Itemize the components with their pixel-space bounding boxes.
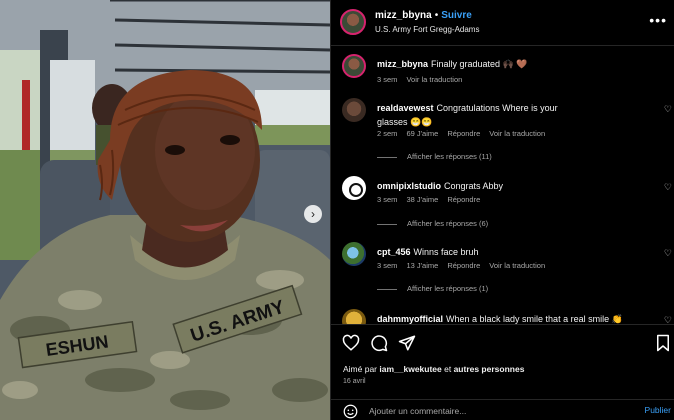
translate-link[interactable]: Voir la traduction [406, 75, 462, 84]
comment-text: Congrats Abby [444, 181, 504, 191]
author-avatar[interactable] [342, 54, 366, 78]
bookmark-icon[interactable] [654, 334, 672, 352]
comment-likes[interactable]: 38 J'aime [406, 195, 438, 204]
liked-by-suffix: et [441, 364, 454, 374]
view-replies-button[interactable]: Afficher les réponses (11) [377, 152, 492, 161]
comment-like-icon[interactable]: ♡ [664, 182, 672, 193]
chevron-right-icon[interactable]: › [304, 205, 322, 223]
post-header: mizz_bbyna • Suivre U.S. Army Fort Gregg-A… [331, 0, 674, 46]
comment-username[interactable]: dahmmyofficial [377, 314, 443, 324]
more-icon[interactable]: ••• [649, 12, 667, 28]
follow-button[interactable]: Suivre [441, 10, 472, 21]
heart-icon[interactable] [342, 334, 360, 352]
share-icon[interactable] [398, 334, 416, 352]
post-location[interactable]: U.S. Army Fort Gregg-Adams [375, 25, 479, 34]
comment-input[interactable] [369, 404, 609, 418]
translate-link[interactable]: Voir la traduction [489, 129, 545, 138]
author-username[interactable]: mizz_bbyna [375, 10, 432, 21]
comment-like-icon[interactable]: ♡ [664, 315, 672, 324]
comment-time: 3 sem [377, 195, 398, 204]
comment-username[interactable]: realdavewest [377, 103, 434, 113]
liked-by: Aimé par iam__kwekutee et autres personn… [343, 364, 524, 374]
commenter-avatar[interactable] [342, 98, 366, 122]
comment-likes[interactable]: 13 J'aime [406, 261, 438, 270]
post-date[interactable]: 16 avril [343, 378, 366, 385]
comment-time: 3 sem [377, 261, 398, 270]
caption-username[interactable]: mizz_bbyna [377, 59, 428, 69]
separator-dot: • [434, 10, 439, 21]
comment-text: Winns face bruh [413, 247, 479, 257]
liked-by-others[interactable]: autres personnes [454, 364, 525, 374]
author-avatar[interactable] [340, 9, 366, 35]
commenter-avatar[interactable] [342, 176, 366, 200]
comment-text: When a black lady smile that a real smil… [446, 314, 623, 324]
liked-by-prefix: Aimé par [343, 364, 380, 374]
caption-time: 3 sem [377, 75, 398, 84]
caption-text: Finally graduated 🙌🏿 🤎 [431, 59, 528, 69]
comment-time: 2 sem [377, 129, 398, 138]
comment-username[interactable]: cpt_456 [377, 247, 411, 257]
add-comment-row: Publier [331, 399, 674, 420]
view-replies-button[interactable]: Afficher les réponses (1) [377, 284, 488, 293]
view-replies-button[interactable]: Afficher les réponses (6) [377, 219, 488, 228]
post-actions: Aimé par iam__kwekutee et autres personn… [331, 324, 674, 420]
translate-link[interactable]: Voir la traduction [489, 261, 545, 270]
post-photo: ESHUN U.S. ARMY › [0, 0, 330, 420]
comment-icon[interactable] [370, 334, 388, 352]
commenter-avatar[interactable] [342, 242, 366, 266]
reply-button[interactable]: Répondre [447, 261, 480, 270]
reply-button[interactable]: Répondre [447, 129, 480, 138]
comments-list: mizz_bbyna Finally graduated 🙌🏿 🤎 3 sem Vo… [331, 46, 674, 324]
comment-likes[interactable]: 69 J'aime [406, 129, 438, 138]
comment-like-icon[interactable]: ♡ [664, 104, 672, 115]
soldier-photo-illustration: ESHUN U.S. ARMY [0, 0, 330, 420]
reply-button[interactable]: Répondre [447, 195, 480, 204]
comment-username[interactable]: omnipixlstudio [377, 181, 441, 191]
comment-like-icon[interactable]: ♡ [664, 248, 672, 259]
emoji-icon[interactable] [343, 404, 358, 419]
post-side-panel: mizz_bbyna • Suivre U.S. Army Fort Gregg-A… [330, 0, 674, 420]
publish-button[interactable]: Publier [645, 405, 671, 415]
commenter-avatar[interactable] [342, 309, 366, 324]
liked-by-user[interactable]: iam__kwekutee [379, 364, 441, 374]
